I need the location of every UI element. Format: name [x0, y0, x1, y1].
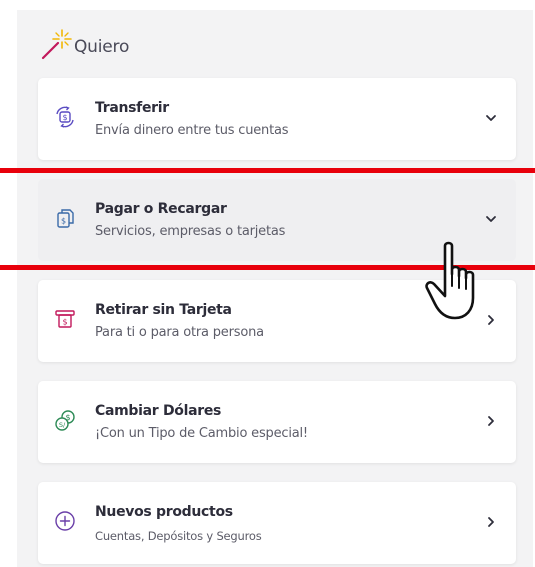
svg-text:$: $	[61, 217, 66, 226]
svg-text:$: $	[62, 318, 67, 327]
currency-exchange-icon: $ S/	[55, 410, 75, 431]
transfer-money-icon: $	[56, 106, 74, 128]
svg-text:$: $	[62, 113, 67, 122]
chevron-right-icon	[488, 416, 494, 426]
option-transferir[interactable]: $ Transferir Envía dinero entre tus cuen…	[38, 78, 516, 160]
option-title: Pagar o Recargar	[95, 201, 227, 217]
option-subtitle: Envía dinero entre tus cuentas	[95, 123, 289, 138]
option-title: Transferir	[95, 100, 169, 116]
chevron-down-icon	[486, 216, 496, 222]
atm-withdraw-icon: $	[55, 310, 75, 328]
pay-bill-icon: $	[57, 209, 74, 228]
highlight-line-top	[0, 168, 535, 173]
svg-text:S/: S/	[59, 421, 66, 429]
option-title: Retirar sin Tarjeta	[95, 302, 232, 318]
option-subtitle: ¡Con un Tipo de Cambio especial!	[95, 426, 308, 441]
option-title: Nuevos productos	[95, 504, 233, 520]
option-subtitle: Para ti o para otra persona	[95, 325, 264, 340]
chevron-down-icon	[486, 115, 496, 121]
add-circle-icon	[55, 511, 75, 531]
option-nuevos-productos[interactable]: Nuevos productos Cuentas, Depósitos y Se…	[38, 482, 516, 564]
page-title: Quiero	[74, 37, 130, 57]
pointer-hand-icon	[425, 241, 475, 320]
option-title: Cambiar Dólares	[95, 403, 222, 419]
chevron-right-icon	[488, 517, 494, 527]
magic-wand-icon	[41, 29, 72, 60]
option-subtitle: Cuentas, Depósitos y Seguros	[95, 529, 262, 543]
header: Quiero	[38, 24, 129, 64]
option-cambiar-dolares[interactable]: $ S/ Cambiar Dólares ¡Con un Tipo de Cam…	[38, 381, 516, 463]
option-subtitle: Servicios, empresas o tarjetas	[95, 224, 286, 239]
